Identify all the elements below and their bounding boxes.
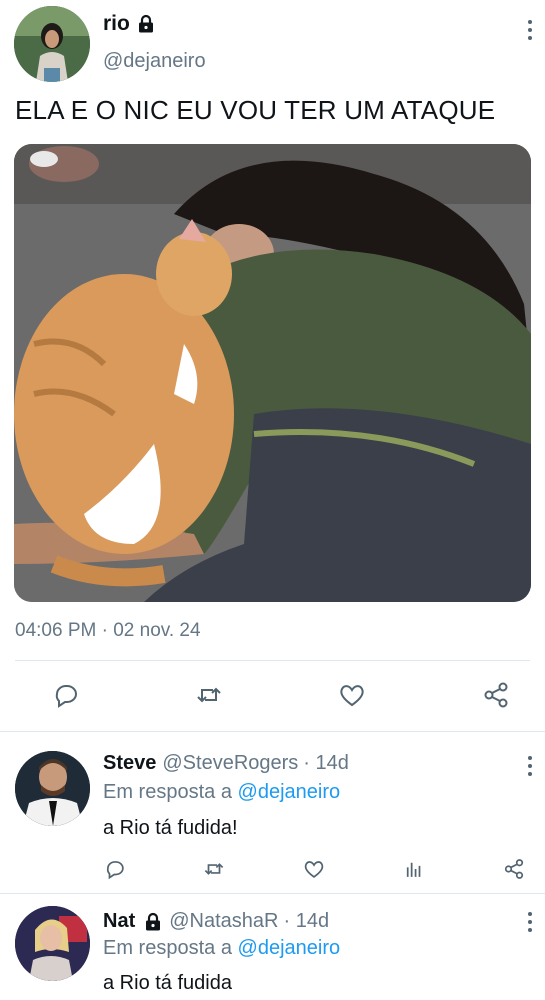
share-icon[interactable] xyxy=(481,680,511,710)
reply-author-name[interactable]: Steve xyxy=(103,752,156,775)
user-avatar[interactable] xyxy=(14,6,90,82)
reply-header: Nat @NatashaR · 14d xyxy=(103,910,329,933)
reply-to-prefix: Em resposta a xyxy=(103,781,232,803)
tweet-timestamp[interactable]: 04:06 PM · 02 nov. 24 xyxy=(15,620,201,642)
reply-avatar[interactable] xyxy=(15,906,90,981)
more-options-icon[interactable] xyxy=(526,756,534,776)
reply-time: · 14d xyxy=(283,910,330,932)
reply-avatar[interactable] xyxy=(15,751,90,826)
author-name[interactable]: rio xyxy=(103,12,130,36)
reply-author-handle[interactable]: @SteveRogers xyxy=(162,752,298,775)
reply-author-name[interactable]: Nat xyxy=(103,910,135,933)
tweet-photo[interactable] xyxy=(14,144,531,602)
retweet-icon[interactable] xyxy=(194,680,224,710)
analytics-icon[interactable] xyxy=(401,856,427,882)
reply-text: a Rio tá fudida! xyxy=(103,817,238,839)
retweet-icon[interactable] xyxy=(201,856,227,882)
main-tweet: rio @dejaneiro ELA E O NIC EU VOU TER UM… xyxy=(0,0,545,731)
reply-header: Steve @SteveRogers · 14d xyxy=(103,752,349,775)
reply-tweet[interactable]: Nat @NatashaR · 14d Em resposta a @dejan… xyxy=(0,894,545,1000)
reply-to-mention[interactable]: @dejaneiro xyxy=(238,781,341,803)
reply-text: a Rio tá fudida xyxy=(103,972,232,994)
reply-author-handle[interactable]: @NatashaR xyxy=(169,910,278,933)
reply-to-line: Em resposta a @dejaneiro xyxy=(103,781,340,804)
reply-to-prefix: Em resposta a xyxy=(103,937,232,959)
reply-time: · 14d xyxy=(303,752,349,774)
heart-icon[interactable] xyxy=(337,680,367,710)
heart-icon[interactable] xyxy=(301,856,327,882)
reply-to-mention[interactable]: @dejaneiro xyxy=(238,937,341,959)
lock-icon xyxy=(143,912,163,932)
divider xyxy=(15,660,530,661)
share-icon[interactable] xyxy=(501,856,527,882)
tweet-text: ELA E O NIC EU VOU TER UM ATAQUE xyxy=(15,95,496,125)
reply-icon[interactable] xyxy=(102,856,128,882)
more-options-icon[interactable] xyxy=(526,20,534,40)
author-handle[interactable]: @dejaneiro xyxy=(103,50,206,73)
reply-to-line: Em resposta a @dejaneiro xyxy=(103,937,340,960)
reply-icon[interactable] xyxy=(51,680,81,710)
author-row: rio xyxy=(103,12,156,36)
reply-tweet[interactable]: Steve @SteveRogers · 14d Em resposta a @… xyxy=(0,732,545,892)
lock-icon xyxy=(136,14,156,34)
more-options-icon[interactable] xyxy=(526,912,534,932)
